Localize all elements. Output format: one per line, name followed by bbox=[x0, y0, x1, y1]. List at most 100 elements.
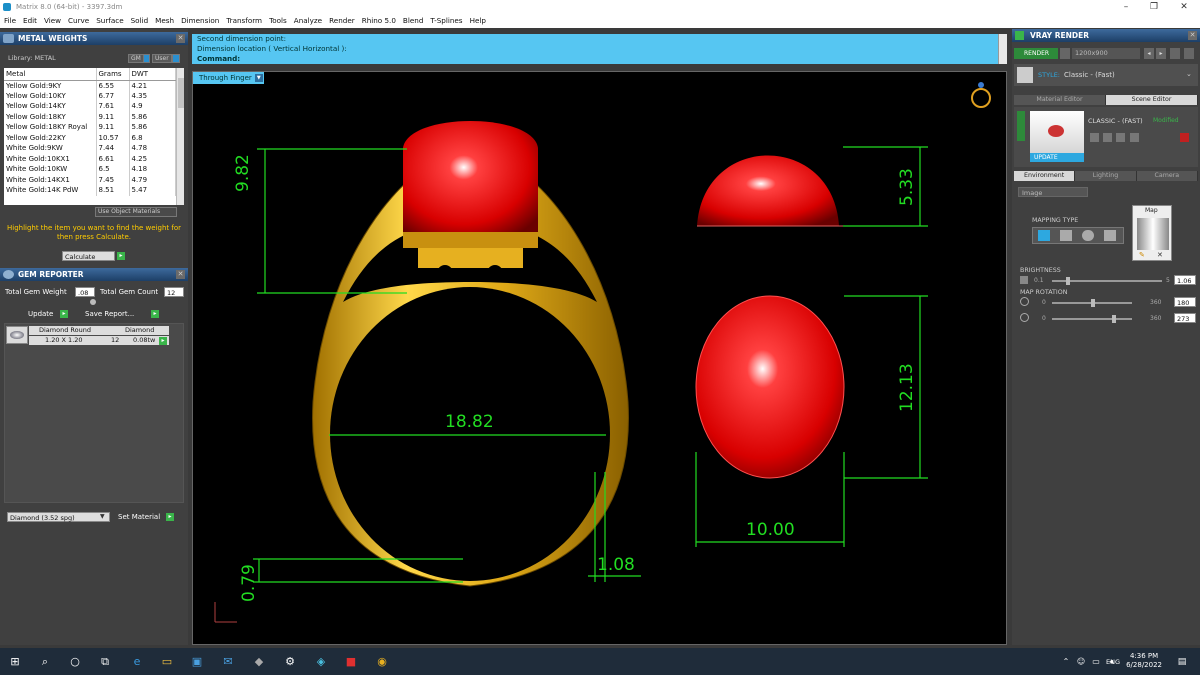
render-settings-icon[interactable] bbox=[1060, 48, 1070, 59]
set-material-button[interactable]: Set Material bbox=[118, 512, 160, 522]
edge-icon[interactable]: e bbox=[129, 654, 145, 670]
grid-icon[interactable] bbox=[1184, 48, 1194, 59]
rotation1-slider[interactable] bbox=[1052, 299, 1132, 307]
menu-mesh[interactable]: Mesh bbox=[155, 14, 174, 28]
store-icon[interactable]: ▣ bbox=[189, 654, 205, 670]
rotation1-slider-knob[interactable] bbox=[1091, 299, 1095, 307]
save-report-go-icon[interactable]: ▸ bbox=[151, 310, 159, 318]
table-row[interactable]: White Gold:9KW 7.44 4.78 bbox=[4, 143, 176, 154]
dim-shank[interactable]: 1.08 bbox=[597, 555, 635, 575]
dim-stone-height[interactable]: 5.33 bbox=[897, 168, 917, 206]
remove-map-icon[interactable]: ✕ bbox=[1157, 251, 1163, 259]
tab-lighting[interactable]: Lighting bbox=[1075, 171, 1137, 181]
windows-start-icon[interactable]: ⊞ bbox=[7, 654, 23, 670]
stone-top-view[interactable] bbox=[697, 155, 847, 227]
col-dwt[interactable]: DWT bbox=[129, 68, 176, 81]
style-row[interactable]: STYLE: Classic - (Fast) ⌄ bbox=[1014, 64, 1198, 86]
chevron-down-icon[interactable]: ⌄ bbox=[1186, 70, 1192, 78]
chrome-icon[interactable]: ◉ bbox=[374, 654, 390, 670]
cortana-icon[interactable]: ○ bbox=[67, 654, 83, 670]
table-row[interactable]: White Gold:10KX1 6.61 4.25 bbox=[4, 153, 176, 164]
menu-analyze[interactable]: Analyze bbox=[294, 14, 322, 28]
rhino-icon[interactable]: ◆ bbox=[251, 654, 267, 670]
ring-view-icon[interactable] bbox=[971, 82, 991, 108]
paste-icon[interactable] bbox=[1130, 133, 1139, 142]
sphere-map-icon[interactable] bbox=[1082, 230, 1094, 241]
unit-gm-button[interactable]: GM bbox=[128, 54, 144, 63]
minimize-icon[interactable]: – bbox=[1112, 0, 1140, 14]
delete-icon[interactable] bbox=[1180, 133, 1189, 142]
menu-blend[interactable]: Blend bbox=[403, 14, 423, 28]
matrix-app-icon[interactable]: ◈ bbox=[313, 654, 329, 670]
set-material-go-icon[interactable]: ▸ bbox=[166, 513, 174, 521]
menu-help[interactable]: Help bbox=[470, 14, 486, 28]
update-button[interactable]: Update bbox=[28, 309, 53, 319]
rotation2-value[interactable]: 273 bbox=[1174, 313, 1196, 323]
table-row[interactable]: White Gold:10KW 6.5 4.18 bbox=[4, 164, 176, 175]
tab-scene-editor[interactable]: Scene Editor bbox=[1106, 95, 1198, 105]
notifications-icon[interactable]: ▤ bbox=[1174, 654, 1190, 670]
ring-model[interactable] bbox=[312, 121, 629, 587]
close-icon[interactable]: ✕ bbox=[1170, 0, 1198, 14]
copy-icon[interactable] bbox=[1116, 133, 1125, 142]
prev-icon[interactable]: ◂ bbox=[1144, 48, 1154, 59]
command-prompt[interactable]: Command: bbox=[197, 54, 1007, 64]
table-row[interactable]: Yellow Gold:18KY Royal 9.11 5.86 bbox=[4, 122, 176, 133]
save-report-button[interactable]: Save Report... bbox=[85, 309, 134, 319]
dim-stone-width[interactable]: 10.00 bbox=[746, 520, 795, 540]
metal-weights-close-icon[interactable]: ✕ bbox=[176, 34, 185, 43]
table-row[interactable]: Yellow Gold:18KY 9.11 5.86 bbox=[4, 111, 176, 122]
rotation1-value[interactable]: 180 bbox=[1174, 297, 1196, 307]
vray-close-icon[interactable]: ✕ bbox=[1188, 31, 1197, 40]
dim-height-top[interactable]: 9.82 bbox=[233, 154, 253, 192]
library-icon[interactable] bbox=[1103, 133, 1112, 142]
table-row[interactable]: White Gold:14K PdW 8.51 5.47 bbox=[4, 185, 176, 196]
menu-solid[interactable]: Solid bbox=[131, 14, 149, 28]
table-row[interactable]: White Gold:14KX1 7.45 4.79 bbox=[4, 174, 176, 185]
preset-thumbnail[interactable] bbox=[1030, 111, 1084, 159]
settings-gear-icon[interactable]: ⚙ bbox=[282, 654, 298, 670]
user-toggle-icon[interactable] bbox=[172, 54, 180, 63]
resolution-field[interactable]: 1200x900 bbox=[1072, 48, 1140, 59]
table-row[interactable]: Yellow Gold:14KY 7.61 4.9 bbox=[4, 101, 176, 112]
unit-user-button[interactable]: User bbox=[152, 54, 172, 63]
brightness-value[interactable]: 1.06 bbox=[1174, 275, 1196, 285]
planar-map-icon[interactable] bbox=[1038, 230, 1050, 241]
tab-camera[interactable]: Camera bbox=[1136, 171, 1198, 181]
next-icon[interactable]: ▸ bbox=[1156, 48, 1166, 59]
menu-surface[interactable]: Surface bbox=[96, 14, 123, 28]
menu-curve[interactable]: Curve bbox=[68, 14, 89, 28]
viewport[interactable]: 9.82 18.82 0.79 1.08 5.33 12.13 10.00 Th… bbox=[192, 71, 1007, 645]
table-row[interactable]: Yellow Gold:10KY 6.77 4.35 bbox=[4, 90, 176, 101]
brightness-slider-knob[interactable] bbox=[1066, 277, 1070, 285]
dim-ring-width[interactable]: 18.82 bbox=[445, 412, 494, 432]
camera-icon[interactable] bbox=[1170, 48, 1180, 59]
view-tab[interactable]: Through Finger ▼ bbox=[193, 72, 264, 84]
gem-row-head[interactable]: Diamond Round Diamond bbox=[29, 326, 169, 335]
mail-icon[interactable]: ✉ bbox=[220, 654, 236, 670]
dim-stone-length[interactable]: 12.13 bbox=[897, 363, 917, 412]
env-type-select[interactable]: Image bbox=[1018, 187, 1088, 197]
rotation2-slider-knob[interactable] bbox=[1112, 315, 1116, 323]
maximize-icon[interactable]: ❐ bbox=[1140, 0, 1168, 14]
col-grams[interactable]: Grams bbox=[96, 68, 130, 81]
menu-transform[interactable]: Transform bbox=[226, 14, 262, 28]
col-metal[interactable]: Metal bbox=[4, 68, 97, 81]
menu-render[interactable]: Render bbox=[329, 14, 355, 28]
command-area[interactable]: Second dimension point: Dimension locati… bbox=[192, 34, 1007, 64]
expand-icon[interactable] bbox=[1017, 111, 1025, 141]
splitter-handle[interactable] bbox=[90, 299, 96, 305]
gem-thumbnail[interactable] bbox=[6, 326, 28, 344]
render-button[interactable]: RENDER bbox=[1014, 48, 1058, 59]
menu-tsplines[interactable]: T-Splines bbox=[430, 14, 462, 28]
menu-tools[interactable]: Tools bbox=[269, 14, 287, 28]
tab-material-editor[interactable]: Material Editor bbox=[1014, 95, 1106, 105]
table-row[interactable]: Yellow Gold:9KY 6.55 4.21 bbox=[4, 80, 176, 91]
file-explorer-icon[interactable]: ▭ bbox=[159, 654, 175, 670]
app-red-icon[interactable]: ■ bbox=[343, 654, 359, 670]
brightness-slider[interactable] bbox=[1052, 277, 1162, 285]
metal-table[interactable]: Metal Grams DWT Yellow Gold:9KY 6.55 4.21 … bbox=[4, 68, 184, 205]
tab-environment[interactable]: Environment bbox=[1014, 171, 1076, 181]
box-map-icon[interactable] bbox=[1060, 230, 1072, 241]
rotation2-slider[interactable] bbox=[1052, 315, 1132, 323]
